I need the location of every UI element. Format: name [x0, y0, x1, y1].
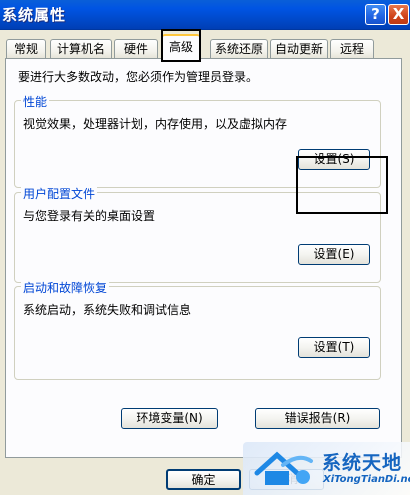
tab-general[interactable]: 常规 [6, 39, 46, 59]
ok-button[interactable]: 确定 [166, 469, 241, 490]
tab-remote[interactable]: 远程 [330, 39, 374, 59]
tab-computer-name[interactable]: 计算机名 [50, 39, 112, 59]
house-logo-icon [254, 451, 313, 485]
tab-hardware[interactable]: 硬件 [114, 39, 158, 59]
watermark-chinese-text: 系统天地 [322, 452, 403, 474]
startup-recovery-settings-button[interactable]: 设置(T) [298, 337, 370, 358]
tab-auto-update[interactable]: 自动更新 [270, 39, 328, 59]
startup-recovery-description: 系统启动，系统失败和调试信息 [23, 303, 192, 317]
title-bar[interactable]: 系统属性 ? X [0, 0, 410, 30]
error-reporting-button[interactable]: 错误报告(R) [255, 408, 380, 429]
advanced-tab-panel: 要进行大多数改动，您必须作为管理员登录。 性能 视觉效果，处理器计划，内存使用，… [5, 58, 402, 458]
site-watermark: 系统天地 XiTongTianDi.net [243, 442, 410, 495]
help-button[interactable]: ? [365, 4, 386, 25]
settings-highlight-frame [296, 156, 388, 214]
performance-group-title: 性能 [21, 93, 50, 110]
tab-system-restore[interactable]: 系统还原 [210, 39, 268, 59]
user-profiles-description: 与您登录有关的桌面设置 [23, 209, 156, 223]
user-profiles-group-title: 用户配置文件 [21, 185, 98, 202]
admin-note: 要进行大多数改动，您必须作为管理员登录。 [18, 70, 259, 84]
startup-recovery-group: 启动和故障恢复 系统启动，系统失败和调试信息 设置(T) [14, 279, 381, 380]
dialog-body: 常规 计算机名 硬件 高级 系统还原 自动更新 远程 要进行大多数改动，您必须作… [0, 29, 410, 495]
startup-recovery-group-title: 启动和故障恢复 [21, 279, 110, 296]
environment-variables-button[interactable]: 环境变量(N) [121, 408, 218, 429]
user-profiles-settings-button[interactable]: 设置(E) [298, 244, 370, 265]
watermark-english-text: XiTongTianDi.net [323, 474, 410, 485]
tab-highlight-frame [161, 29, 201, 62]
performance-description: 视觉效果，处理器计划，内存使用，以及虚拟内存 [23, 117, 288, 131]
window-title: 系统属性 [2, 6, 67, 24]
close-button[interactable]: X [388, 4, 409, 25]
